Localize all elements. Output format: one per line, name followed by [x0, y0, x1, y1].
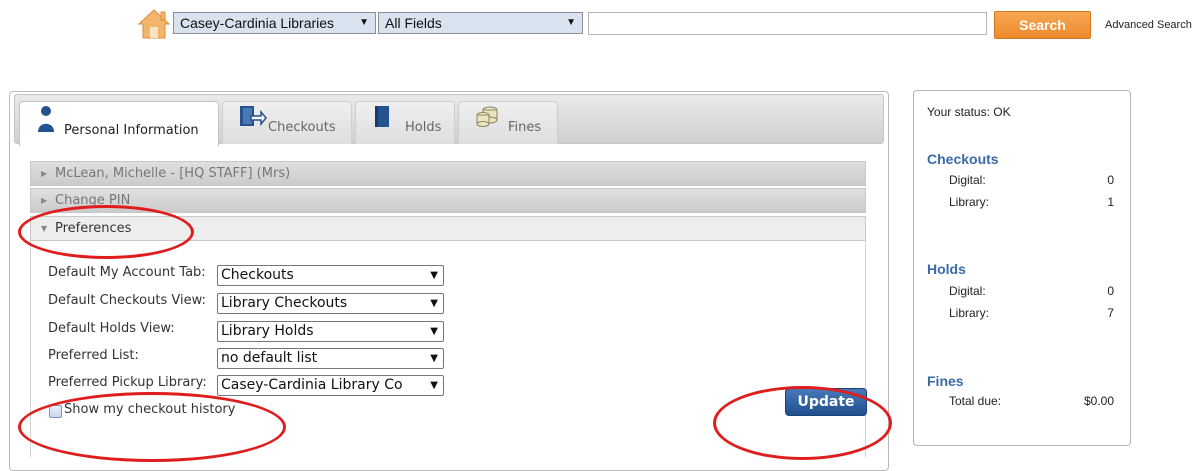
triangle-right-icon: ▶ [41, 196, 48, 205]
library-select[interactable]: Casey-Cardinia Libraries ▼ [173, 12, 376, 34]
tab-fines[interactable]: Fines [458, 101, 558, 144]
default-checkouts-view-label: Default Checkouts View: [48, 293, 206, 308]
tab-label: Checkouts [268, 120, 336, 135]
dropdown-arrow-icon: ▼ [428, 322, 438, 341]
row-label: Library: [949, 195, 990, 209]
pickup-library-select[interactable]: Casey-Cardinia Library Co ▼ [217, 375, 444, 396]
preferences-header[interactable]: ▼ Preferences [30, 216, 866, 241]
account-tab-bar: Personal Information Checkouts Holds Fin… [14, 94, 884, 146]
default-checkouts-view-select[interactable]: Library Checkouts ▼ [217, 293, 444, 314]
dropdown-arrow-icon: ▼ [428, 349, 438, 368]
advanced-search-link[interactable]: Advanced Search [1105, 19, 1192, 31]
default-tab-value: Checkouts [221, 267, 294, 283]
account-name: McLean, Michelle - [HQ STAFF] (Mrs) [55, 166, 291, 181]
search-field-select[interactable]: All Fields ▼ [378, 12, 583, 34]
search-field-value: All Fields [385, 15, 442, 31]
preferred-list-label: Preferred List: [48, 348, 139, 363]
row-value: 7 [1107, 306, 1114, 320]
checkout-history-label[interactable]: Show my checkout history [64, 402, 235, 417]
holds-digital-row: Digital: 0 [949, 284, 1114, 298]
search-input[interactable] [588, 12, 987, 35]
row-label: Digital: [949, 173, 986, 187]
preferences-label: Preferences [55, 221, 132, 236]
coins-icon [475, 105, 499, 133]
change-pin-label: Change PIN [55, 193, 131, 208]
library-select-value: Casey-Cardinia Libraries [180, 15, 335, 31]
row-value: 0 [1107, 173, 1114, 187]
preferences-panel: Default My Account Tab: Checkouts ▼ Defa… [30, 241, 867, 457]
row-label: Digital: [949, 284, 986, 298]
account-status-panel: Your status: OK Checkouts Digital: 0 Lib… [913, 90, 1131, 446]
home-icon[interactable] [137, 8, 171, 40]
default-holds-view-select[interactable]: Library Holds ▼ [217, 321, 444, 342]
default-tab-label: Default My Account Tab: [48, 265, 206, 280]
checkouts-digital-row: Digital: 0 [949, 173, 1114, 187]
status-text: Your status: OK [927, 105, 1011, 119]
tab-label: Fines [508, 120, 542, 135]
dropdown-arrow-icon: ▼ [428, 294, 438, 313]
dropdown-arrow-icon: ▼ [359, 17, 369, 28]
tab-personal-information[interactable]: Personal Information [19, 101, 219, 146]
holds-library-row: Library: 7 [949, 306, 1114, 320]
row-value: 0 [1107, 284, 1114, 298]
triangle-down-icon: ▼ [41, 224, 48, 233]
checkout-history-checkbox[interactable] [49, 405, 62, 418]
tab-label: Holds [405, 120, 442, 135]
update-button[interactable]: Update [785, 388, 867, 416]
tab-holds[interactable]: Holds [355, 101, 455, 144]
fines-summary-link[interactable]: Fines [927, 373, 964, 389]
row-value: 1 [1107, 195, 1114, 209]
checkouts-summary-link[interactable]: Checkouts [927, 151, 999, 167]
person-icon [36, 105, 56, 137]
default-holds-view-value: Library Holds [221, 323, 314, 339]
row-label: Library: [949, 306, 990, 320]
default-tab-select[interactable]: Checkouts ▼ [217, 265, 444, 286]
triangle-right-icon: ▶ [41, 169, 48, 178]
preferred-list-select[interactable]: no default list ▼ [217, 348, 444, 369]
preferred-list-value: no default list [221, 350, 318, 366]
checkouts-library-row: Library: 1 [949, 195, 1114, 209]
row-label: Total due: [949, 394, 1002, 408]
search-button[interactable]: Search [994, 11, 1091, 39]
row-value: $0.00 [1083, 394, 1114, 408]
dropdown-arrow-icon: ▼ [566, 17, 576, 28]
default-checkouts-view-value: Library Checkouts [221, 295, 348, 311]
pickup-library-value: Casey-Cardinia Library Co [221, 377, 403, 393]
account-panel: Personal Information Checkouts Holds Fin… [9, 91, 889, 471]
pickup-library-label: Preferred Pickup Library: [48, 375, 207, 390]
dropdown-arrow-icon: ▼ [428, 266, 438, 285]
tab-checkouts[interactable]: Checkouts [222, 101, 352, 144]
holds-summary-link[interactable]: Holds [927, 261, 966, 277]
default-holds-view-label: Default Holds View: [48, 321, 175, 336]
tab-label: Personal Information [64, 123, 199, 138]
checkout-icon [239, 105, 267, 133]
account-details-header[interactable]: ▶ McLean, Michelle - [HQ STAFF] (Mrs) [30, 161, 866, 186]
change-pin-header[interactable]: ▶ Change PIN [30, 188, 866, 213]
dropdown-arrow-icon: ▼ [428, 376, 438, 395]
book-icon [372, 105, 392, 133]
fines-total-row: Total due: $0.00 [949, 394, 1114, 408]
